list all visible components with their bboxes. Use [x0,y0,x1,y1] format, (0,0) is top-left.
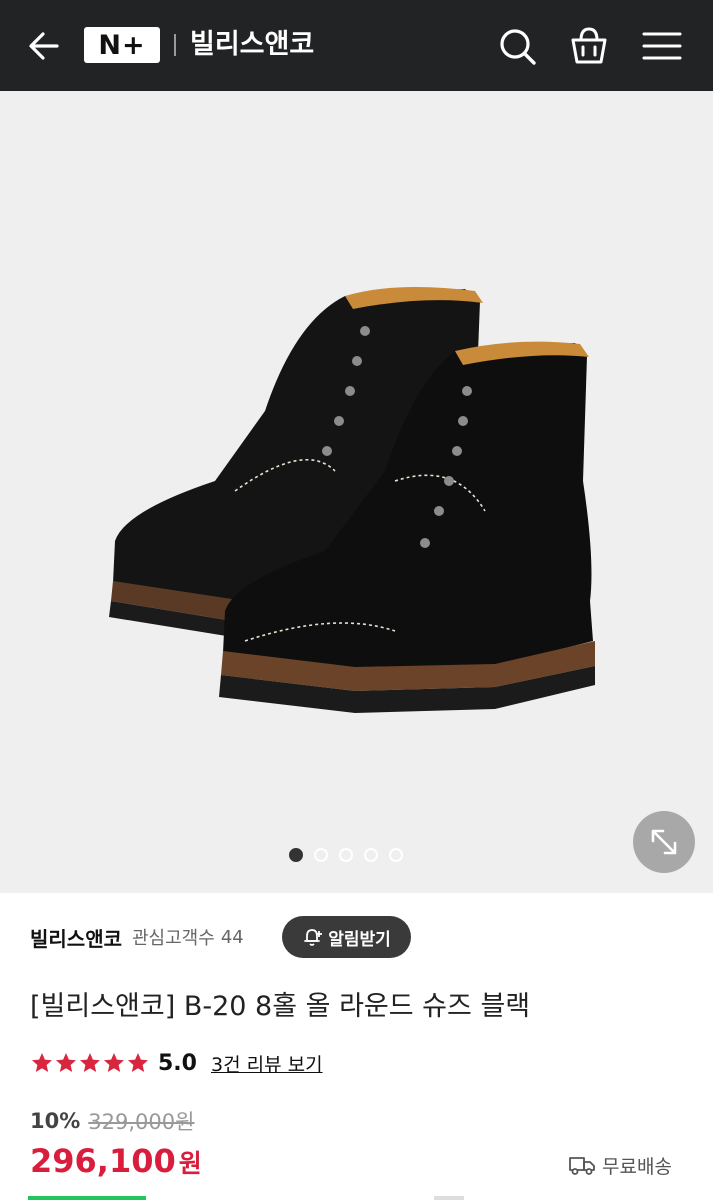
shipping-label: 무료배송 [602,1155,672,1178]
naver-plus-logo[interactable]: N+ [84,27,160,63]
star-icon [56,1053,76,1072]
star-icon [80,1053,100,1072]
seller-info: 빌리스앤코 관심고객수 44 [30,916,244,958]
truck-icon [569,1157,595,1175]
back-arrow-icon [29,32,59,60]
notification-label: 알림받기 [328,929,391,950]
cart-button[interactable] [568,25,610,67]
pagination-dot-5[interactable] [389,848,403,862]
star-icon [32,1053,52,1072]
price-value: 296,100 [30,1142,176,1180]
follower-count: 44 [220,926,244,948]
rating-row: 5.0 3건 리뷰 보기 [30,1046,323,1080]
notification-button[interactable]: 알림받기 [282,916,411,958]
partial-badge [434,1196,464,1200]
shopping-bag-icon [571,27,607,64]
top-app-bar: N+ 빌리스앤코 [0,0,713,91]
menu-icon [642,32,682,60]
search-icon [500,29,536,65]
follower-label: 관심고객수 [132,928,215,949]
bell-plus-icon [304,929,323,946]
product-image [109,287,595,713]
menu-button[interactable] [641,25,683,67]
star-icon [104,1053,124,1072]
rating-value: 5.0 [158,1050,197,1076]
discount-row: 10% 329,000원 [30,1104,194,1138]
product-image-gallery[interactable] [0,91,713,893]
search-button[interactable] [496,25,538,67]
seller-name[interactable]: 빌리스앤코 [30,923,122,952]
discount-rate: 10% [30,1109,81,1133]
pagination-dot-2[interactable] [314,848,328,862]
image-pagination [289,848,403,862]
pagination-dot-4[interactable] [364,848,378,862]
shipping-info: 무료배송 [568,1150,672,1180]
zoom-button[interactable] [633,811,695,873]
original-price: 329,000원 [88,1110,195,1134]
star-rating [30,1051,150,1075]
back-button[interactable] [24,26,64,66]
pagination-dot-3[interactable] [339,848,353,862]
partial-badge [28,1196,146,1200]
sale-price: 296,100 원 [30,1142,202,1188]
pagination-dot-1[interactable] [289,848,303,862]
product-title: [빌리스앤코] B-20 8홀 올 라운드 슈즈 블랙 [30,991,531,1022]
review-link[interactable]: 3건 리뷰 보기 [211,1050,323,1077]
expand-icon [651,829,677,855]
star-icon [128,1053,148,1072]
divider [174,34,176,56]
price-unit: 원 [178,1149,202,1178]
store-title[interactable]: 빌리스앤코 [190,25,314,65]
